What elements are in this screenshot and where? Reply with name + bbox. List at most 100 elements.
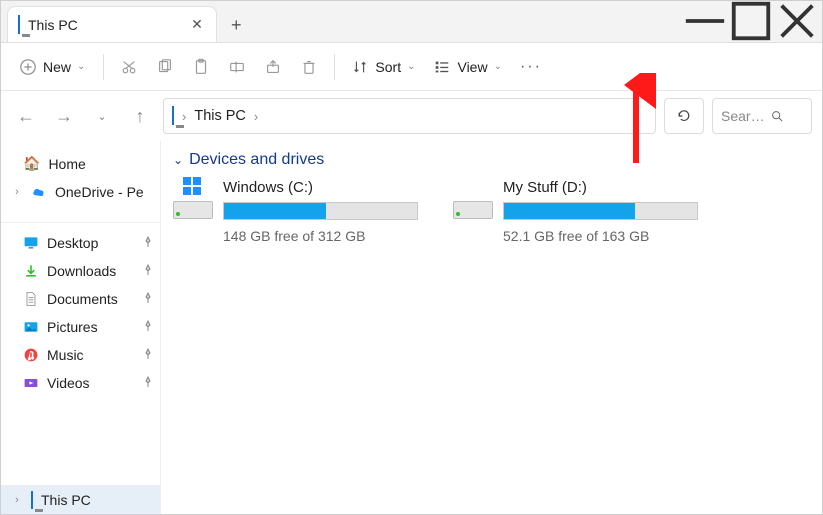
rename-icon — [228, 58, 246, 76]
search-icon — [771, 110, 784, 123]
share-icon — [264, 58, 282, 76]
drive-free-text: 148 GB free of 312 GB — [223, 228, 423, 244]
new-button-label: New — [43, 59, 71, 75]
sidebar-label: Home — [48, 156, 85, 172]
pin-icon — [142, 319, 154, 335]
ellipsis-icon: ··· — [520, 58, 542, 76]
chevron-down-icon: ⌄ — [173, 153, 183, 167]
trash-icon — [300, 58, 318, 76]
sidebar-label: Desktop — [47, 235, 98, 251]
search-input[interactable]: Sear… — [712, 98, 812, 134]
chevron-right-icon[interactable]: › — [11, 186, 23, 198]
window-minimize-button[interactable] — [682, 1, 728, 41]
drive-free-text: 52.1 GB free of 163 GB — [503, 228, 703, 244]
sidebar-item-downloads[interactable]: Downloads — [1, 257, 160, 285]
pin-icon — [142, 263, 154, 279]
drive-usage-fill — [224, 203, 326, 219]
pc-icon — [18, 16, 20, 34]
delete-button[interactable] — [294, 50, 324, 84]
chevron-down-icon: ⌄ — [407, 61, 415, 72]
view-button[interactable]: View ⌄ — [427, 50, 507, 84]
sidebar-item-music[interactable]: Music — [1, 341, 160, 369]
sort-button[interactable]: Sort ⌄ — [345, 50, 421, 84]
sidebar-item-desktop[interactable]: Desktop — [1, 229, 160, 257]
window-maximize-button[interactable] — [728, 1, 774, 41]
sidebar-label: Downloads — [47, 263, 116, 279]
pin-icon — [142, 235, 154, 251]
sidebar-label: Music — [47, 347, 84, 363]
pin-icon — [142, 375, 154, 391]
pin-icon — [142, 291, 154, 307]
pictures-icon — [23, 319, 39, 335]
section-title: Devices and drives — [189, 151, 324, 169]
sort-icon — [351, 58, 369, 76]
breadcrumb-sep: › — [182, 109, 186, 124]
copy-icon — [156, 58, 174, 76]
sidebar: 🏠 Home › OneDrive - Pe Desktop Downloads — [1, 141, 161, 514]
drive-icon — [453, 179, 493, 219]
rename-button[interactable] — [222, 50, 252, 84]
sort-label: Sort — [375, 59, 401, 75]
sidebar-item-videos[interactable]: Videos — [1, 369, 160, 397]
section-devices-drives[interactable]: ⌄ Devices and drives — [173, 151, 810, 169]
breadcrumb-sep: › — [254, 109, 258, 124]
home-icon: 🏠 — [23, 155, 40, 172]
drive-usage-fill — [504, 203, 635, 219]
download-icon — [23, 263, 39, 279]
document-icon — [23, 291, 39, 307]
sidebar-label: This PC — [41, 492, 91, 508]
clipboard-icon — [192, 58, 210, 76]
pc-icon — [31, 492, 33, 508]
share-button[interactable] — [258, 50, 288, 84]
nav-up-button[interactable]: ↑ — [125, 101, 155, 131]
refresh-button[interactable] — [664, 98, 704, 134]
sidebar-item-pictures[interactable]: Pictures — [1, 313, 160, 341]
drive-name: My Stuff (D:) — [503, 179, 703, 196]
search-placeholder: Sear… — [721, 108, 765, 124]
content-pane: ⌄ Devices and drives Windows (C:) 148 GB… — [161, 141, 822, 514]
chevron-down-icon: ⌄ — [494, 61, 502, 72]
nav-back-button[interactable]: ← — [11, 101, 41, 131]
drive-usage-bar — [503, 202, 698, 220]
sidebar-item-documents[interactable]: Documents — [1, 285, 160, 313]
plus-circle-icon — [19, 58, 37, 76]
music-icon — [23, 347, 39, 363]
chevron-down-icon: ⌄ — [77, 61, 85, 72]
cut-button[interactable] — [114, 50, 144, 84]
divider — [103, 54, 104, 80]
desktop-icon — [23, 235, 39, 251]
nav-recent-button[interactable]: ⌄ — [87, 101, 117, 131]
pc-icon — [172, 107, 174, 125]
nav-forward-button[interactable]: → — [49, 101, 79, 131]
drive-item[interactable]: Windows (C:) 148 GB free of 312 GB — [173, 179, 423, 244]
sidebar-label: Pictures — [47, 319, 98, 335]
address-bar[interactable]: › This PC › — [163, 98, 656, 134]
paste-button[interactable] — [186, 50, 216, 84]
new-button[interactable]: New ⌄ — [11, 50, 93, 84]
drive-name: Windows (C:) — [223, 179, 423, 196]
tab-close-button[interactable]: ✕ — [188, 16, 206, 33]
breadcrumb-this-pc[interactable]: This PC — [194, 108, 246, 124]
videos-icon — [23, 375, 39, 391]
sidebar-item-home[interactable]: 🏠 Home — [1, 149, 160, 178]
copy-button[interactable] — [150, 50, 180, 84]
view-icon — [433, 58, 451, 76]
sidebar-item-this-pc[interactable]: › This PC — [1, 486, 160, 514]
drive-icon — [173, 179, 213, 219]
pin-icon — [142, 347, 154, 363]
drive-usage-bar — [223, 202, 418, 220]
scissors-icon — [120, 58, 138, 76]
window-close-button[interactable] — [774, 1, 820, 41]
sidebar-label: Videos — [47, 375, 90, 391]
drive-item[interactable]: My Stuff (D:) 52.1 GB free of 163 GB — [453, 179, 703, 244]
new-tab-button[interactable]: + — [217, 8, 256, 42]
refresh-icon — [676, 108, 692, 124]
sidebar-item-onedrive[interactable]: › OneDrive - Pe — [1, 178, 160, 206]
sidebar-label: OneDrive - Pe — [55, 184, 144, 200]
tab-this-pc[interactable]: This PC ✕ — [7, 6, 217, 42]
cloud-icon — [31, 184, 47, 200]
sidebar-label: Documents — [47, 291, 118, 307]
view-label: View — [457, 59, 487, 75]
chevron-right-icon[interactable]: › — [11, 494, 23, 506]
more-button[interactable]: ··· — [514, 50, 548, 84]
